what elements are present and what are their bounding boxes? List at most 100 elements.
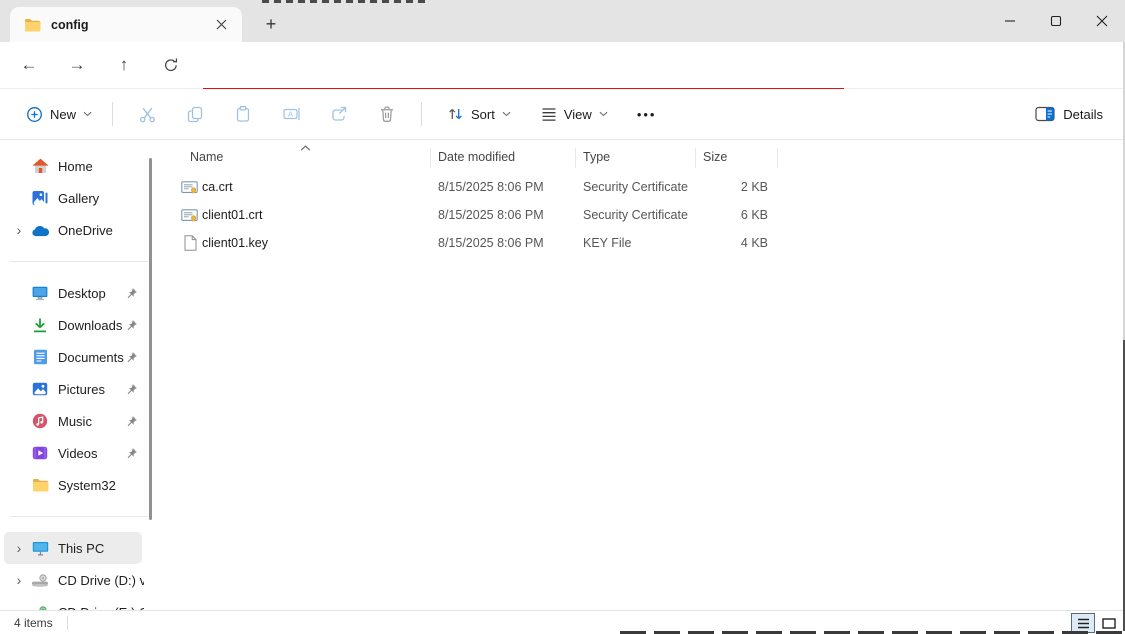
copy-button[interactable]	[175, 97, 215, 131]
sidebar-item-videos[interactable]: Videos	[0, 437, 144, 469]
address-row: ← → ↑ › This PC › Local Disk (C:) › User…	[0, 42, 1125, 89]
sidebar-item-onedrive[interactable]: › OneDrive	[0, 214, 144, 246]
expand-chevron-icon[interactable]: ›	[10, 540, 28, 556]
svg-text:A: A	[288, 110, 293, 119]
this-pc-icon	[28, 541, 52, 556]
music-icon	[28, 413, 52, 429]
details-label: Details	[1063, 107, 1103, 122]
details-pane-toggle[interactable]: Details	[1035, 106, 1103, 122]
plus-circle-icon	[26, 106, 43, 123]
rename-button[interactable]: A	[271, 97, 311, 131]
details-pane-icon	[1035, 106, 1055, 122]
sort-ascending-caret-icon	[300, 140, 311, 154]
sort-label: Sort	[471, 107, 495, 122]
sidebar-item-cd-drive-e[interactable]: › CD Drive (E:) CC	[0, 596, 144, 610]
pin-icon	[125, 351, 138, 364]
sidebar-item-desktop[interactable]: Desktop	[0, 277, 144, 309]
sort-button[interactable]: Sort	[438, 99, 520, 129]
status-divider	[67, 616, 68, 630]
plain-file-icon	[184, 235, 197, 251]
chevron-down-icon	[599, 111, 608, 117]
file-row-client01-crt[interactable]: client01.crt 8/15/2025 8:06 PM Security …	[160, 201, 780, 229]
desktop-icon	[28, 286, 52, 301]
chevron-down-icon	[502, 111, 511, 117]
tab-title: config	[51, 18, 210, 32]
more-options-button[interactable]: •••	[627, 101, 667, 128]
pin-icon	[125, 383, 138, 396]
trash-icon	[378, 105, 396, 123]
clipped-artifact-top	[262, 0, 427, 3]
new-button[interactable]: New	[16, 100, 102, 129]
new-button-label: New	[50, 107, 76, 122]
toolbar-divider	[112, 102, 113, 126]
home-icon	[28, 158, 52, 174]
chevron-down-icon	[83, 111, 92, 117]
column-divider[interactable]	[777, 148, 778, 168]
column-header-name[interactable]: Name	[190, 150, 223, 164]
pin-icon	[125, 287, 138, 300]
view-lines-icon	[541, 107, 557, 122]
share-icon	[330, 105, 348, 123]
column-divider[interactable]	[695, 148, 696, 168]
paste-button[interactable]	[223, 97, 263, 131]
refresh-button[interactable]	[156, 50, 186, 80]
expand-chevron-icon[interactable]: ›	[10, 222, 28, 238]
view-button[interactable]: View	[532, 100, 617, 129]
close-button[interactable]	[1079, 0, 1125, 42]
up-button[interactable]: ↑	[109, 50, 139, 80]
window-controls	[987, 0, 1125, 42]
cd-drive-icon	[28, 574, 52, 587]
certificate-file-icon	[181, 180, 198, 195]
details-view-toggle[interactable]	[1071, 613, 1095, 633]
sidebar-item-system32[interactable]: System32	[0, 469, 144, 501]
file-explorer-window: config + ← → ↑ ›	[0, 0, 1125, 634]
pin-icon	[125, 319, 138, 332]
scissors-icon	[138, 105, 157, 124]
maximize-button[interactable]	[1033, 0, 1079, 42]
sidebar-item-music[interactable]: Music	[0, 405, 144, 437]
delete-button[interactable]	[367, 97, 407, 131]
toolbar-divider	[421, 102, 422, 126]
column-divider[interactable]	[430, 148, 431, 168]
minimize-button[interactable]	[987, 0, 1033, 42]
sidebar-divider	[10, 516, 148, 517]
view-label: View	[564, 107, 592, 122]
column-header-size[interactable]: Size	[703, 150, 727, 164]
large-icons-view-icon	[1102, 618, 1116, 629]
column-divider[interactable]	[575, 148, 576, 168]
copy-icon	[186, 105, 204, 123]
expand-chevron-icon[interactable]: ›	[10, 572, 28, 588]
forward-button[interactable]: →	[62, 50, 92, 80]
title-bar: config +	[0, 0, 1125, 42]
onedrive-cloud-icon	[28, 224, 52, 237]
sidebar-divider	[10, 261, 148, 262]
documents-icon	[28, 349, 52, 365]
sidebar-scrollbar[interactable]	[149, 158, 152, 520]
sidebar-item-home[interactable]: Home	[0, 150, 144, 182]
pictures-icon	[28, 382, 52, 396]
rename-icon: A	[282, 105, 301, 123]
sidebar-item-this-pc[interactable]: › This PC	[4, 532, 142, 564]
videos-icon	[28, 446, 52, 460]
share-button[interactable]	[319, 97, 359, 131]
explorer-tab[interactable]: config	[10, 7, 242, 42]
file-list-header: Name Date modified Type Size	[160, 143, 1123, 171]
cut-button[interactable]	[127, 97, 167, 131]
large-icons-view-toggle[interactable]	[1097, 613, 1121, 633]
column-header-type[interactable]: Type	[583, 150, 610, 164]
sidebar-item-cd-drive-d[interactable]: › CD Drive (D:) vir	[0, 564, 144, 596]
back-button[interactable]: ←	[14, 50, 44, 80]
sidebar-item-pictures[interactable]: Pictures	[0, 373, 144, 405]
file-row-client01-key[interactable]: client01.key 8/15/2025 8:06 PM KEY File …	[160, 229, 780, 257]
sidebar-item-gallery[interactable]: Gallery	[0, 182, 144, 214]
sidebar-item-downloads[interactable]: Downloads	[0, 309, 144, 341]
column-header-date-modified[interactable]: Date modified	[438, 150, 515, 164]
folder-icon	[28, 478, 52, 492]
sidebar-item-documents[interactable]: Documents	[0, 341, 144, 373]
command-toolbar: New A Sort View	[0, 89, 1125, 140]
new-tab-button[interactable]: +	[258, 11, 284, 37]
tab-close-icon[interactable]	[210, 14, 232, 36]
folder-icon	[24, 18, 41, 32]
file-row-ca-crt[interactable]: ca.crt 8/15/2025 8:06 PM Security Certif…	[160, 173, 780, 201]
navigation-sidebar: Home Gallery › OneDrive	[0, 140, 160, 610]
